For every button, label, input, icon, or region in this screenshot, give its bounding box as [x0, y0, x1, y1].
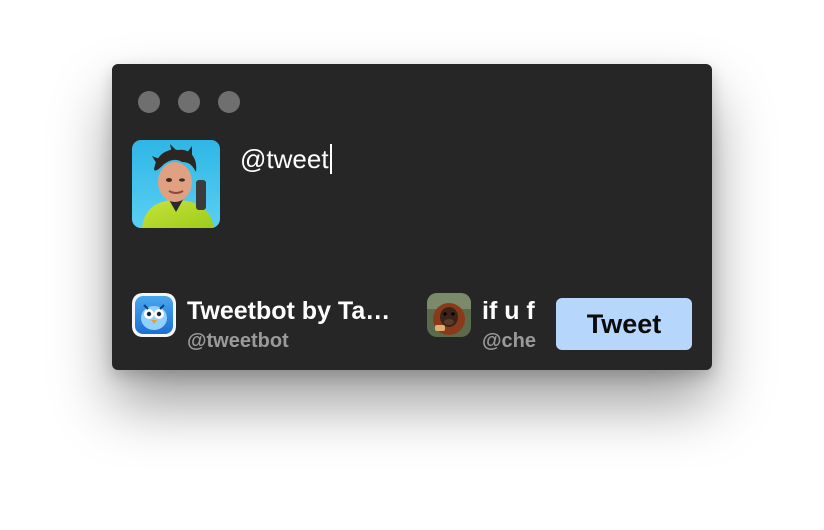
compose-text: @tweet	[240, 144, 329, 174]
close-button[interactable]	[138, 91, 160, 113]
tweet-button[interactable]: Tweet	[556, 298, 692, 350]
user-avatar[interactable]	[132, 140, 220, 228]
window-controls	[138, 91, 240, 113]
compose-window: @tweet Tweetbot by Ta… @tweetbot if u f …	[112, 64, 712, 370]
suggestion-handle: @tweetbot	[187, 330, 289, 352]
suggestion-handle: @che	[482, 330, 536, 352]
tweetbot-app-icon	[132, 293, 176, 337]
text-caret	[329, 144, 332, 174]
zoom-button[interactable]	[218, 91, 240, 113]
suggestion-name: Tweetbot by Ta…	[187, 297, 391, 325]
orangutan-avatar-icon	[427, 293, 471, 337]
tweet-compose-field[interactable]: @tweet	[240, 142, 332, 176]
suggestion-name: if u f	[482, 297, 535, 325]
user-avatar-photo-icon	[132, 140, 220, 228]
mention-suggestion[interactable]: Tweetbot by Ta… @tweetbot	[132, 293, 402, 355]
desktop: @tweet Tweetbot by Ta… @tweetbot if u f …	[0, 0, 824, 530]
mention-suggestion[interactable]: if u f @che	[427, 293, 537, 355]
minimize-button[interactable]	[178, 91, 200, 113]
